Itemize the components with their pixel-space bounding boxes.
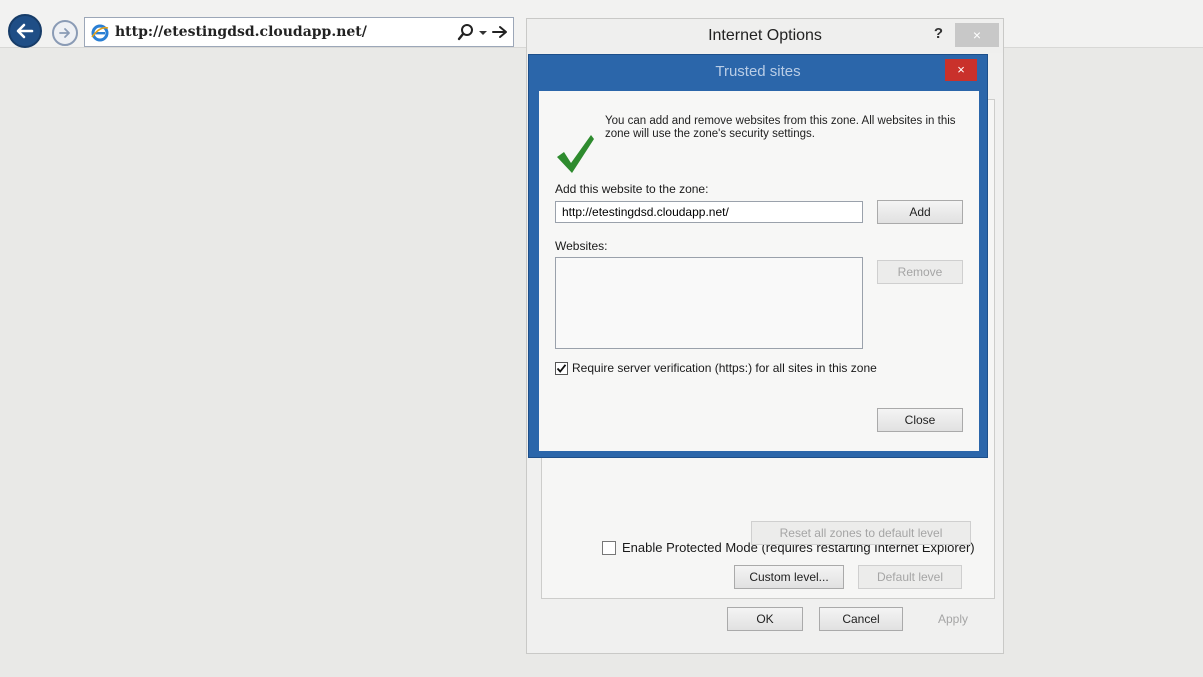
custom-level-button[interactable]: Custom level... xyxy=(734,565,844,589)
trusted-sites-info-text: You can add and remove websites from thi… xyxy=(605,115,956,140)
address-bar[interactable]: http://etestingdsd.cloudapp.net/ xyxy=(84,17,514,47)
add-website-label: Add this website to the zone: xyxy=(555,182,709,196)
reset-all-zones-button[interactable]: Reset all zones to default level xyxy=(751,521,971,545)
trusted-sites-titlebar: Trusted sites × xyxy=(529,55,987,87)
forward-button[interactable] xyxy=(52,20,78,46)
help-button[interactable]: ? xyxy=(934,25,943,42)
default-level-button[interactable]: Default level xyxy=(858,565,962,589)
trusted-sites-body: You can add and remove websites from thi… xyxy=(539,91,979,451)
internet-options-titlebar: Internet Options ? × xyxy=(527,19,1003,53)
check-icon xyxy=(556,363,567,373)
apply-button[interactable]: Apply xyxy=(915,607,991,631)
checkmark-icon xyxy=(557,135,594,173)
require-verification-label: Require server verification (https:) for… xyxy=(572,361,877,375)
add-button[interactable]: Add xyxy=(877,200,963,224)
ok-button[interactable]: OK xyxy=(727,607,803,631)
add-website-input[interactable] xyxy=(555,201,863,223)
back-button[interactable] xyxy=(8,14,42,48)
chevron-down-icon[interactable] xyxy=(477,23,489,41)
require-verification-checkbox[interactable] xyxy=(555,361,568,375)
trusted-sites-dialog: Trusted sites × You can add and remove w… xyxy=(528,54,988,458)
websites-label: Websites: xyxy=(555,239,608,253)
arrow-right-icon xyxy=(59,28,70,38)
search-icon[interactable] xyxy=(457,23,475,41)
go-arrow-icon[interactable] xyxy=(491,23,509,41)
protected-mode-checkbox[interactable] xyxy=(602,540,616,555)
arrow-left-icon xyxy=(16,23,34,39)
internet-options-close-button[interactable]: × xyxy=(955,23,999,47)
websites-list[interactable] xyxy=(555,257,863,349)
ie-logo-icon xyxy=(91,24,109,42)
cancel-button[interactable]: Cancel xyxy=(819,607,903,631)
remove-button[interactable]: Remove xyxy=(877,260,963,284)
trusted-sites-close-x-button[interactable]: × xyxy=(945,59,977,81)
trusted-sites-title: Trusted sites xyxy=(715,63,801,80)
internet-options-title: Internet Options xyxy=(708,27,822,44)
close-button[interactable]: Close xyxy=(877,408,963,432)
address-url: http://etestingdsd.cloudapp.net/ xyxy=(115,24,367,40)
require-verification-row[interactable]: Require server verification (https:) for… xyxy=(555,361,877,375)
